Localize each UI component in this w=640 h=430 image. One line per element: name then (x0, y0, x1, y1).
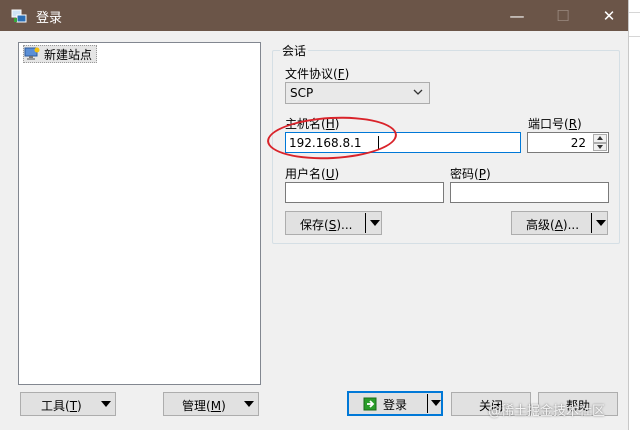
save-button-label: 保存(S)... (300, 218, 353, 232)
manage-button[interactable]: 管理(M) (163, 392, 259, 416)
spin-down-button[interactable] (593, 142, 607, 151)
dropdown-arrow-icon[interactable] (431, 400, 441, 406)
new-site-icon (24, 47, 40, 60)
minimize-icon: — (509, 6, 525, 25)
winscp-app-icon (11, 9, 27, 23)
maximize-icon: ☐ (556, 6, 570, 25)
dropdown-arrow-icon[interactable] (370, 220, 380, 226)
title-bar: 登录 — ☐ ✕ (0, 0, 628, 31)
maximize-button: ☐ (540, 0, 586, 31)
site-tree[interactable]: 新建站点 (18, 42, 261, 385)
password-input[interactable] (450, 182, 609, 203)
tree-item-label: 新建站点 (44, 47, 93, 62)
login-dialog: 登录 — ☐ ✕ 新建站点 会话 文件协议(F) SCP 主机名(H) 192.… (0, 0, 628, 430)
caret-up-icon (597, 136, 603, 141)
minimize-button[interactable]: — (494, 0, 540, 31)
port-spinner[interactable] (593, 134, 607, 151)
divider (629, 12, 640, 13)
caret-down-icon (597, 144, 603, 149)
password-label: 密码(P) (450, 167, 491, 181)
tools-button[interactable]: 工具(T) (20, 392, 116, 416)
username-input[interactable] (285, 182, 444, 203)
protocol-value: SCP (290, 86, 314, 100)
split-divider (427, 394, 428, 413)
watermark: @稀土掘金技术社区 (488, 404, 606, 419)
session-group-title: 会话 (280, 42, 309, 59)
dropdown-arrow-icon (101, 401, 111, 407)
protocol-label: 文件协议(F) (285, 67, 350, 81)
chevron-down-icon (413, 89, 423, 95)
spin-up-button[interactable] (593, 134, 607, 143)
login-button-label: 登录 (383, 398, 408, 412)
background-window-edge (628, 0, 640, 430)
port-label: 端口号(R) (528, 117, 582, 131)
split-divider (591, 213, 592, 233)
username-label: 用户名(U) (285, 167, 340, 181)
split-divider (365, 213, 366, 233)
dropdown-arrow-icon[interactable] (596, 220, 606, 226)
save-button[interactable]: 保存(S)... (285, 211, 382, 235)
dropdown-arrow-icon (244, 401, 254, 407)
manage-button-label: 管理(M) (182, 399, 226, 413)
advanced-button[interactable]: 高级(A)... (511, 211, 608, 235)
login-button[interactable]: 登录 (347, 391, 443, 416)
protocol-select[interactable]: SCP (285, 82, 430, 104)
advanced-button-label: 高级(A)... (526, 218, 580, 232)
login-icon (363, 397, 377, 411)
divider (629, 36, 640, 37)
tools-button-label: 工具(T) (41, 399, 82, 413)
tree-item-new-site[interactable]: 新建站点 (23, 45, 98, 63)
port-value: 22 (570, 136, 586, 150)
close-icon: ✕ (602, 6, 616, 25)
window-title: 登录 (36, 11, 63, 26)
close-window-button[interactable]: ✕ (586, 0, 632, 31)
port-input[interactable]: 22 (527, 132, 609, 153)
